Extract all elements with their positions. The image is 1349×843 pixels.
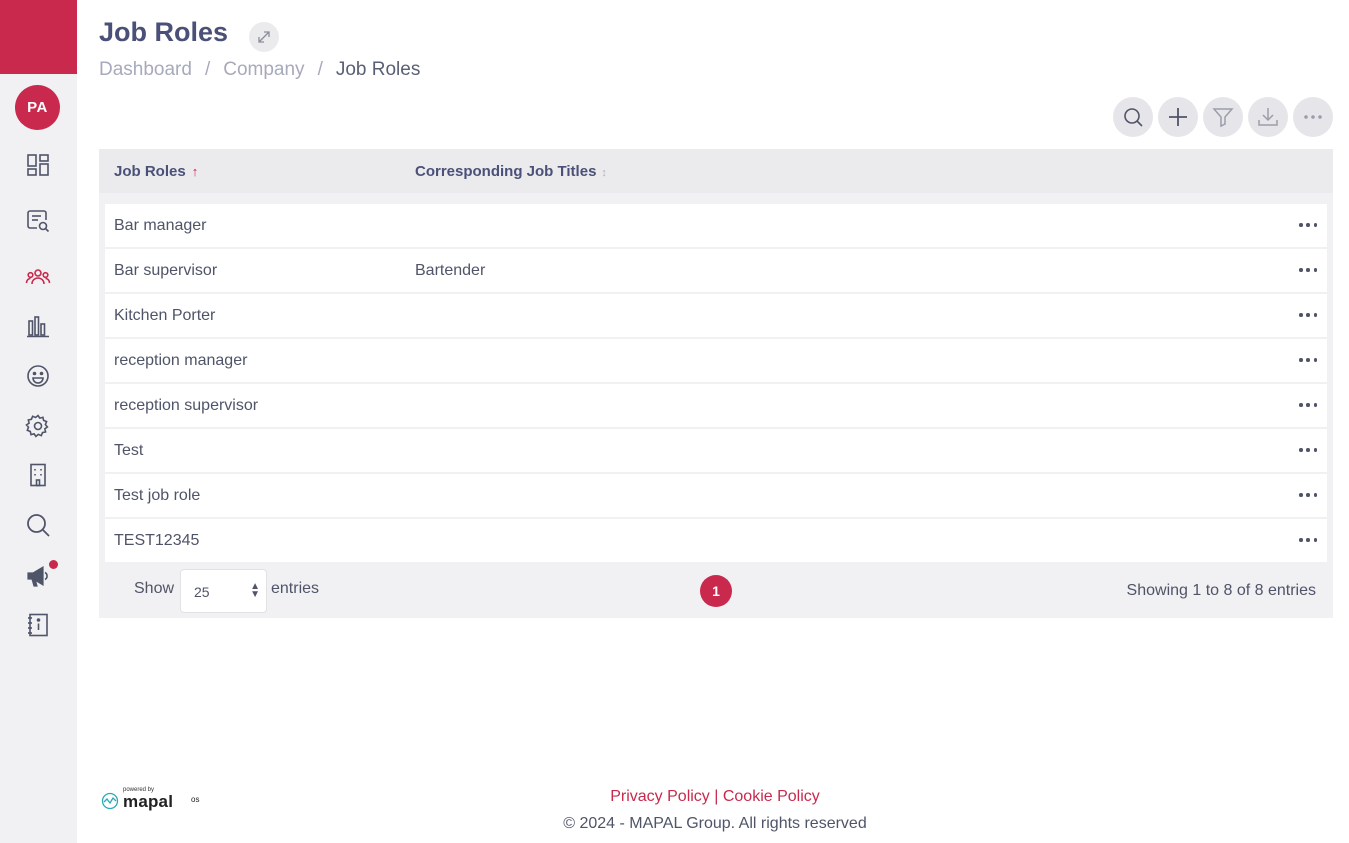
table-header: Job Roles ↑ Corresponding Job Titles ↕ [99, 149, 1333, 193]
showing-info: Showing 1 to 8 of 8 entries [1126, 582, 1316, 599]
search-icon [1124, 108, 1143, 127]
cell-job-role: Kitchen Porter [114, 307, 216, 324]
row-more-icon[interactable] [1299, 351, 1317, 369]
people-icon[interactable] [24, 263, 52, 291]
cell-job-role: Test [114, 442, 144, 459]
brand-logo[interactable] [0, 0, 77, 74]
entries-value: 25 [194, 584, 210, 600]
breadcrumb-current: Job Roles [335, 59, 421, 80]
row-more-icon[interactable] [1299, 306, 1317, 324]
cell-job-role: TEST12345 [114, 532, 200, 549]
breadcrumb-company[interactable]: Company [223, 59, 304, 81]
sort-asc-icon: ↑ [191, 164, 199, 179]
cell-job-role: reception manager [114, 352, 248, 369]
expand-icon [258, 31, 270, 43]
breadcrumb-separator: / [317, 59, 323, 80]
row-more-icon[interactable] [1299, 441, 1317, 459]
column-label: Corresponding Job Titles [415, 163, 597, 180]
entries-select[interactable]: 25 ▲ ▼ [180, 569, 267, 613]
sidebar: PA [0, 0, 77, 843]
table-row[interactable]: Kitchen Porter [105, 294, 1327, 337]
filter-button[interactable] [1203, 97, 1243, 137]
select-arrows-icon: ▲ ▼ [250, 581, 260, 600]
table-row[interactable]: reception supervisor [105, 384, 1327, 427]
cell-job-titles: Bartender [415, 262, 486, 279]
gear-icon[interactable] [24, 412, 52, 440]
add-button[interactable] [1158, 97, 1198, 137]
cell-job-role: Bar manager [114, 217, 207, 234]
table-row[interactable]: Test [105, 429, 1327, 472]
more-icon [1304, 115, 1322, 119]
search-list-icon[interactable] [24, 207, 52, 235]
filter-icon [1212, 108, 1234, 128]
expand-button[interactable] [249, 22, 279, 52]
smiley-icon[interactable] [24, 362, 52, 390]
table-row[interactable]: Bar manager [105, 204, 1327, 247]
pagination-page-1[interactable]: 1 [700, 575, 732, 607]
more-button[interactable] [1293, 97, 1333, 137]
column-header-job-roles[interactable]: Job Roles ↑ [114, 163, 198, 180]
cell-job-role: reception supervisor [114, 397, 259, 414]
cell-job-role: Test job role [114, 487, 201, 504]
download-icon [1258, 108, 1278, 126]
table-row[interactable]: Bar supervisor Bartender [105, 249, 1327, 292]
page-title: Job Roles [99, 17, 229, 47]
row-more-icon[interactable] [1299, 396, 1317, 414]
column-header-job-titles[interactable]: Corresponding Job Titles ↕ [415, 163, 607, 180]
dashboard-icon[interactable] [24, 151, 52, 179]
bar-chart-icon[interactable] [24, 312, 52, 340]
copyright: © 2024 - MAPAL Group. All rights reserve… [563, 815, 867, 832]
show-label: Show [134, 580, 175, 597]
search-button[interactable] [1113, 97, 1153, 137]
row-more-icon[interactable] [1299, 486, 1317, 504]
download-button[interactable] [1248, 97, 1288, 137]
info-book-icon[interactable] [24, 611, 52, 639]
avatar[interactable]: PA [15, 85, 60, 130]
megaphone-icon[interactable] [24, 562, 52, 590]
row-more-icon[interactable] [1299, 261, 1317, 279]
row-more-icon[interactable] [1299, 216, 1317, 234]
table-row[interactable]: reception manager [105, 339, 1327, 382]
entries-label: entries [271, 580, 320, 597]
cell-job-role: Bar supervisor [114, 262, 218, 279]
table-row[interactable]: Test job role [105, 474, 1327, 517]
breadcrumb-dashboard[interactable]: Dashboard [99, 59, 192, 81]
policy-links[interactable]: Privacy Policy | Cookie Policy [0, 788, 1349, 806]
notification-dot [49, 560, 58, 569]
breadcrumb: Dashboard / Company / Job Roles [99, 59, 420, 81]
plus-icon [1169, 108, 1187, 126]
sort-icon: ↕ [601, 167, 607, 179]
job-roles-table: Job Roles ↑ Corresponding Job Titles ↕ Bar… [99, 149, 1333, 618]
table-footer: Show 25 ▲ ▼ entries 1 Showing 1 to 8 of 8… [99, 563, 1333, 618]
search-icon[interactable] [24, 511, 52, 539]
column-label: Job Roles [114, 163, 186, 180]
row-more-icon[interactable] [1299, 531, 1317, 549]
building-icon[interactable] [24, 461, 52, 489]
breadcrumb-separator: / [204, 59, 211, 80]
table-row[interactable]: TEST12345 [105, 519, 1327, 562]
